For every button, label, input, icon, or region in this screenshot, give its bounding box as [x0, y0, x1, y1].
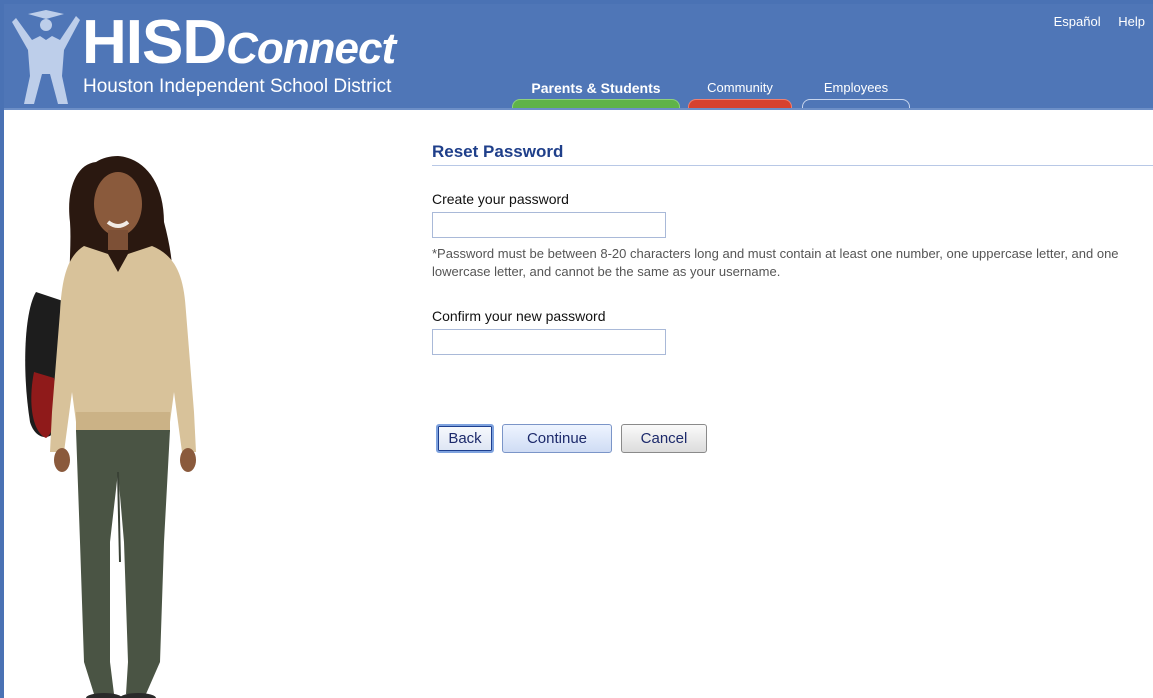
create-password-label: Create your password: [432, 191, 569, 207]
create-password-input[interactable]: [432, 212, 666, 238]
utility-links: Español Help: [1040, 14, 1145, 29]
tab-indicator: [512, 99, 680, 108]
district-name: Houston Independent School District: [83, 76, 392, 97]
logo-hisd-text: HISD: [82, 8, 227, 77]
student-photo: [25, 156, 196, 698]
logo-connect-text: Connect: [226, 24, 396, 73]
site-header: HISDConnect Houston Independent School D…: [4, 4, 1153, 110]
reset-password-form: Reset Password Create your password *Pas…: [432, 142, 1153, 453]
password-requirements-hint: *Password must be between 8-20 character…: [432, 246, 1119, 279]
continue-button[interactable]: Continue: [502, 424, 612, 453]
tab-indicator: [802, 99, 910, 108]
tab-employees[interactable]: Employees: [802, 79, 910, 108]
tab-parents-students[interactable]: Parents & Students: [512, 79, 680, 108]
tab-label: Community: [707, 80, 773, 95]
tab-indicator: [688, 99, 792, 108]
confirm-password-label: Confirm your new password: [432, 308, 606, 324]
cancel-button[interactable]: Cancel: [621, 424, 707, 453]
tab-label: Parents & Students: [531, 80, 661, 96]
help-link[interactable]: Help: [1118, 14, 1145, 29]
graduate-figure-logo-icon: [12, 10, 80, 104]
confirm-password-input[interactable]: [432, 329, 666, 355]
tab-label: Employees: [823, 80, 889, 95]
page-title: Reset Password: [432, 142, 1153, 166]
page: HISDConnect Houston Independent School D…: [0, 0, 1153, 698]
espanol-link[interactable]: Español: [1054, 14, 1101, 29]
site-logo[interactable]: HISDConnect: [82, 12, 396, 74]
back-button[interactable]: Back: [436, 424, 494, 453]
tab-community[interactable]: Community: [688, 79, 792, 108]
